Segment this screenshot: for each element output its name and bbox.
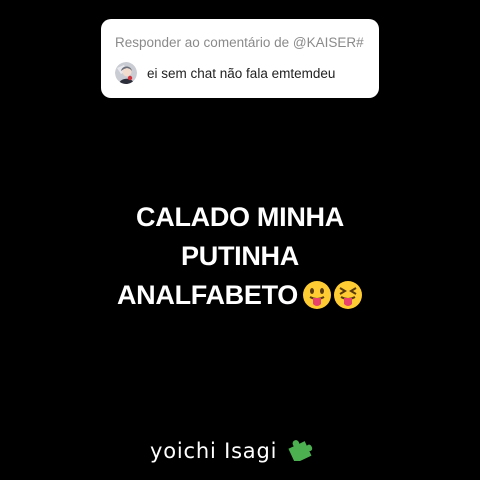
squinting-face-with-tongue-icon <box>333 280 363 321</box>
caption-line-3-text: ANALFABETO <box>116 280 298 310</box>
face-with-tongue-icon <box>302 280 332 321</box>
caption-line-1: CALADO MINHA <box>136 202 344 232</box>
comment-row: ei sem chat não fala emtemdeu <box>115 62 335 84</box>
comment-text: ei sem chat não fala emtemdeu <box>147 65 336 81</box>
watermark-text: yoichi Isagi <box>150 438 278 463</box>
caption-line-2: PUTINHA <box>181 241 299 271</box>
reply-header: Responder ao comentário de @KAISER# <box>115 35 364 50</box>
avatar-icon[interactable] <box>115 62 137 84</box>
puzzle-piece-icon <box>287 435 313 466</box>
reply-caption: CALADO MINHA PUTINHA ANALFABETO <box>0 198 480 321</box>
watermark: yoichi Isagi <box>150 435 313 466</box>
caption-line-3: ANALFABETO <box>0 276 480 321</box>
reply-comment-card[interactable]: Responder ao comentário de @KAISER# ei s… <box>101 19 379 98</box>
